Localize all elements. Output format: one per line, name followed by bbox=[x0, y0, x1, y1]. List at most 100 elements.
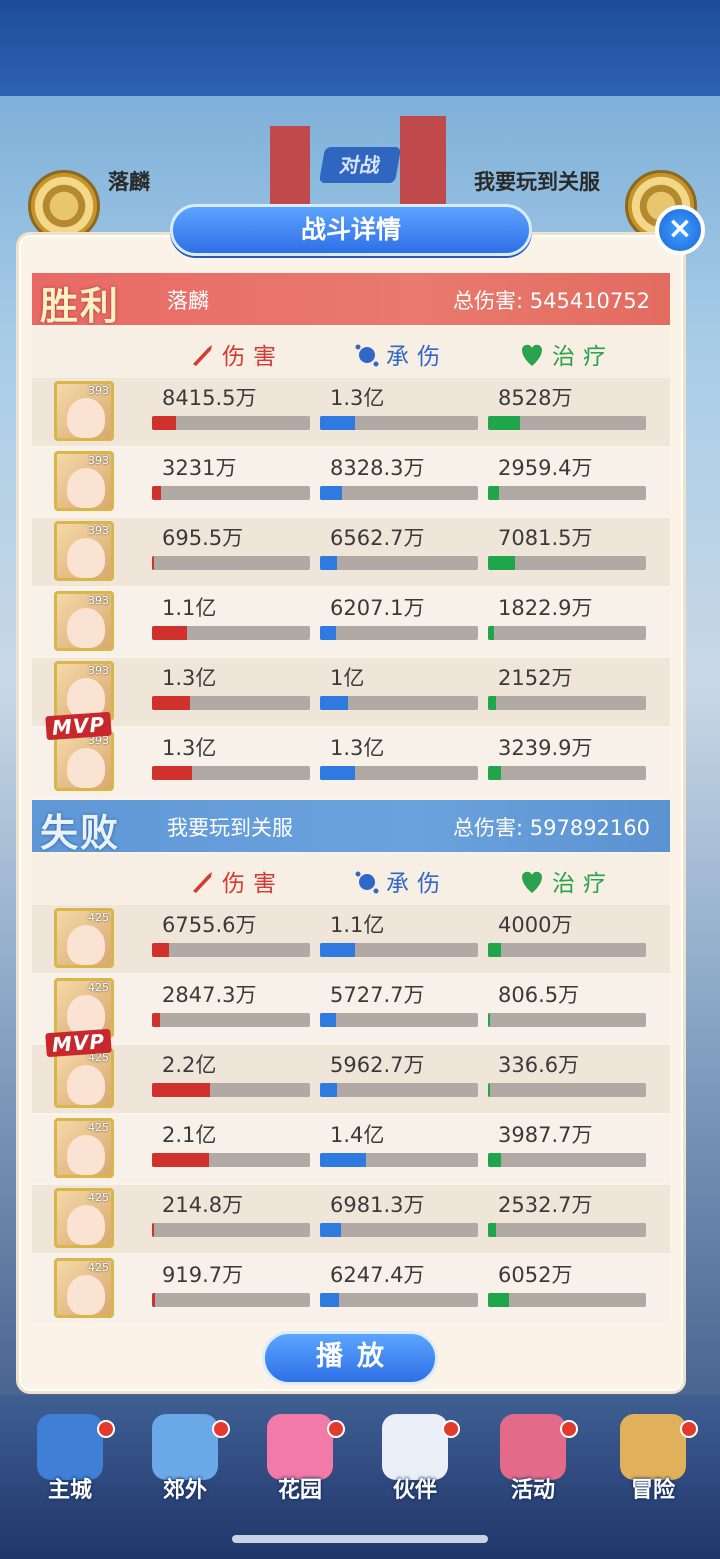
hero-avatar[interactable]: 393 bbox=[54, 591, 114, 651]
heal-bar-fill bbox=[488, 1013, 490, 1027]
tank-value: 6562.7万 bbox=[330, 526, 425, 550]
heal-value: 3987.7万 bbox=[498, 1123, 593, 1147]
damage-bar bbox=[152, 626, 310, 640]
tank-bar-fill bbox=[320, 1013, 336, 1027]
hero-avatar[interactable]: 425 bbox=[54, 1188, 114, 1248]
nav-item-5[interactable]: 冒险 bbox=[598, 1410, 708, 1510]
right-player-name: 我要玩到关服 bbox=[474, 170, 600, 194]
damage-icon bbox=[190, 342, 216, 374]
heal-bar bbox=[488, 1013, 646, 1027]
total-damage: 总伤害: 545410752 bbox=[453, 285, 650, 315]
partner-icon bbox=[382, 1414, 448, 1480]
nav-label: 花园 bbox=[277, 1478, 322, 1503]
heal-bar bbox=[488, 766, 646, 780]
hero-avatar[interactable]: 393 bbox=[54, 381, 114, 441]
notification-dot bbox=[97, 1420, 115, 1438]
heal-bar-fill bbox=[488, 1153, 501, 1167]
play-button[interactable]: 播放 bbox=[262, 1331, 438, 1385]
vs-label: 对战 bbox=[318, 147, 402, 183]
damage-bar-fill bbox=[152, 1293, 156, 1307]
hero-level: 425 bbox=[88, 1191, 109, 1204]
heal-cell: 2959.4万 bbox=[488, 454, 646, 500]
tank-bar bbox=[320, 1293, 478, 1307]
damage-cell: 214.8万 bbox=[152, 1191, 310, 1237]
nav-label: 郊外 bbox=[162, 1478, 207, 1503]
hero-avatar[interactable]: 425 bbox=[54, 1118, 114, 1178]
heal-cell: 2532.7万 bbox=[488, 1191, 646, 1237]
heal-cell: 3987.7万 bbox=[488, 1121, 646, 1167]
close-button[interactable]: × bbox=[655, 205, 705, 255]
hero-level: 425 bbox=[88, 911, 109, 924]
winner-header: 胜利 落麟 总伤害: 545410752 bbox=[32, 273, 670, 328]
damage-bar bbox=[152, 1013, 310, 1027]
tank-bar bbox=[320, 766, 478, 780]
nav-label: 伙伴 bbox=[392, 1478, 437, 1503]
tank-bar bbox=[320, 626, 478, 640]
tank-cell: 5962.7万 bbox=[320, 1051, 478, 1097]
heal-value: 2959.4万 bbox=[498, 456, 593, 480]
tank-column-label: 承伤 bbox=[354, 337, 448, 374]
nav-label: 主城 bbox=[47, 1478, 92, 1503]
heal-cell: 806.5万 bbox=[488, 981, 646, 1027]
heal-value: 336.6万 bbox=[498, 1053, 580, 1077]
dialog-title: 战斗详情 bbox=[170, 204, 532, 256]
heal-bar bbox=[488, 626, 646, 640]
hero-stat-row: 393 1.1亿 6207.1万 1822.9万 bbox=[32, 588, 670, 656]
tank-bar-fill bbox=[320, 1293, 339, 1307]
nav-item-4[interactable]: 活动 bbox=[478, 1410, 588, 1510]
tank-bar-fill bbox=[320, 696, 349, 710]
heal-bar-fill bbox=[488, 943, 501, 957]
tank-value: 1.3亿 bbox=[330, 736, 385, 760]
mvp-badge: MVP bbox=[45, 1028, 112, 1058]
damage-bar bbox=[152, 1153, 310, 1167]
damage-taken-icon bbox=[354, 869, 380, 901]
tank-value: 1.1亿 bbox=[330, 913, 385, 937]
damage-cell: 695.5万 bbox=[152, 524, 310, 570]
hero-portrait bbox=[67, 748, 105, 788]
damage-cell: 1.1亿 bbox=[152, 594, 310, 640]
tank-value: 6207.1万 bbox=[330, 596, 425, 620]
heal-bar bbox=[488, 1083, 646, 1097]
damage-cell: 6755.6万 bbox=[152, 911, 310, 957]
hero-stat-row: 425 2.2亿 5962.7万 336.6万 bbox=[32, 1045, 670, 1113]
hero-avatar[interactable]: 393 bbox=[54, 731, 114, 791]
heal-bar bbox=[488, 943, 646, 957]
heal-bar-fill bbox=[488, 486, 500, 500]
hero-stat-row: 393 695.5万 6562.7万 7081.5万 bbox=[32, 518, 670, 586]
heal-bar-fill bbox=[488, 416, 520, 430]
tank-cell: 6981.3万 bbox=[320, 1191, 478, 1237]
tank-bar bbox=[320, 1013, 478, 1027]
hero-avatar[interactable]: 393 bbox=[54, 521, 114, 581]
heal-value: 2152万 bbox=[498, 666, 573, 690]
hero-level: 393 bbox=[88, 384, 109, 397]
tank-bar bbox=[320, 1083, 478, 1097]
heal-bar-fill bbox=[488, 1083, 490, 1097]
hero-level: 393 bbox=[88, 454, 109, 467]
hero-avatar[interactable]: 425 bbox=[54, 1258, 114, 1318]
tank-bar-fill bbox=[320, 943, 355, 957]
damage-bar bbox=[152, 1223, 310, 1237]
damage-cell: 2847.3万 bbox=[152, 981, 310, 1027]
hero-avatar[interactable]: 425 bbox=[54, 908, 114, 968]
hero-stat-row: 393 1.3亿 1亿 2152万 bbox=[32, 658, 670, 726]
hero-stat-row: 393 1.3亿 1.3亿 3239.9万 bbox=[32, 728, 670, 796]
heart-icon bbox=[518, 342, 546, 374]
nav-item-1[interactable]: 郊外 bbox=[130, 1410, 240, 1510]
hero-avatar[interactable]: 393 bbox=[54, 451, 114, 511]
heal-bar-fill bbox=[488, 1293, 509, 1307]
heal-value: 6052万 bbox=[498, 1263, 573, 1287]
damage-bar-fill bbox=[152, 486, 162, 500]
nav-item-3[interactable]: 伙伴 bbox=[360, 1410, 470, 1510]
hero-level: 425 bbox=[88, 981, 109, 994]
total-damage-label: 总伤害: bbox=[452, 289, 524, 313]
nav-item-0[interactable]: 主城 bbox=[15, 1410, 125, 1510]
hero-portrait bbox=[67, 468, 105, 508]
nav-item-2[interactable]: 花园 bbox=[245, 1410, 355, 1510]
result-label: 失败 bbox=[40, 810, 121, 855]
hero-avatar[interactable]: 425 bbox=[54, 1048, 114, 1108]
hero-portrait bbox=[67, 608, 105, 648]
tank-bar bbox=[320, 486, 478, 500]
damage-cell: 1.3亿 bbox=[152, 664, 310, 710]
tank-cell: 8328.3万 bbox=[320, 454, 478, 500]
total-damage-value: 597892160 bbox=[529, 816, 650, 840]
